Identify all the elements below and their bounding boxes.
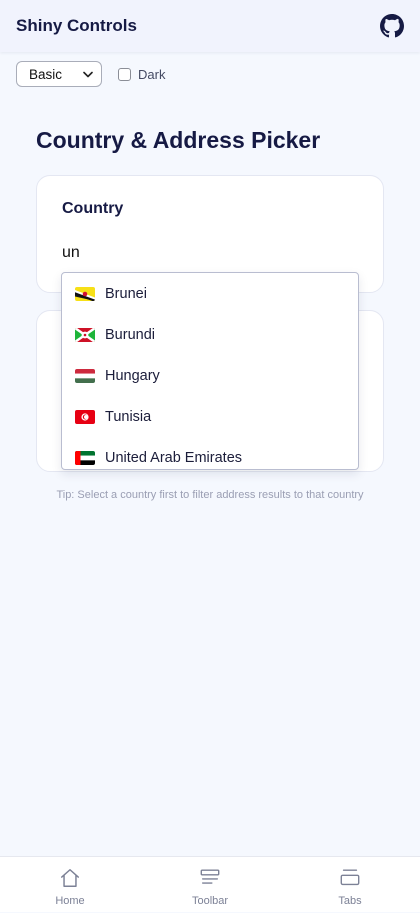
- dark-mode-toggle[interactable]: Dark: [118, 67, 165, 82]
- country-input[interactable]: un: [62, 244, 80, 262]
- country-option-label: United Arab Emirates: [105, 449, 243, 466]
- brunei-flag-icon: [75, 286, 95, 301]
- country-option[interactable]: Burundi: [62, 314, 358, 355]
- tunisia-flag-icon: [75, 409, 95, 424]
- nav-item-toolbar[interactable]: Toolbar: [160, 857, 260, 913]
- country-option-label: Hungary: [105, 367, 160, 384]
- dark-checkbox[interactable]: [118, 67, 131, 81]
- country-option-label: Brunei: [105, 285, 147, 302]
- country-option[interactable]: Hungary: [62, 355, 358, 396]
- nav-item-home[interactable]: Home: [20, 857, 120, 913]
- country-option-label: Tunisia: [105, 408, 152, 425]
- app-title: Shiny Controls: [16, 16, 137, 35]
- theme-select[interactable]: Basic: [16, 61, 102, 87]
- tip-text: Tip: Select a country first to filter ad…: [56, 489, 364, 501]
- country-option[interactable]: United Arab Emirates: [62, 437, 358, 469]
- country-option[interactable]: Brunei: [62, 273, 358, 314]
- page-title: Country & Address Picker: [36, 127, 321, 153]
- uae-flag-icon: [75, 450, 95, 465]
- dark-checkbox-label: Dark: [138, 66, 166, 82]
- country-option[interactable]: Tunisia: [62, 396, 358, 437]
- nav-label-tabs: Tabs: [338, 895, 362, 907]
- country-option-label: Burundi: [105, 326, 155, 343]
- country-label: Country: [62, 200, 124, 217]
- tabs-icon: [340, 869, 360, 886]
- bottom-nav: Home Toolbar Tabs: [0, 856, 420, 912]
- nav-item-tabs[interactable]: Tabs: [300, 857, 400, 913]
- chevron-down-icon: [83, 71, 93, 77]
- home-icon: [61, 869, 79, 887]
- github-icon[interactable]: [380, 14, 404, 38]
- burundi-flag-icon: [75, 327, 95, 342]
- nav-label-toolbar: Toolbar: [191, 895, 229, 907]
- app-header: Shiny Controls: [0, 0, 420, 52]
- toolbar-icon: [200, 869, 220, 884]
- country-dropdown: Brunei Burundi Hungary Tunisia United Ar…: [61, 272, 359, 470]
- hungary-flag-icon: [75, 368, 95, 383]
- controls-row: Basic Dark: [16, 61, 165, 87]
- nav-label-home: Home: [55, 895, 85, 907]
- theme-select-value: Basic: [29, 66, 63, 82]
